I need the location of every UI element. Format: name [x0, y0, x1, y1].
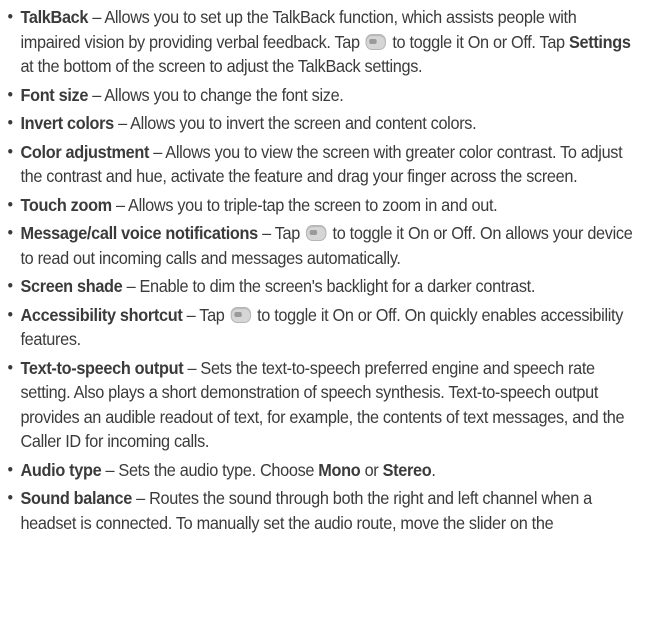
list-item-talkback: • TalkBack – Allows you to set up the Ta…	[0, 5, 642, 79]
bullet: •	[7, 357, 13, 377]
description-text: – Allows you to invert the screen and co…	[113, 113, 477, 133]
term-audio-type: Audio type	[20, 459, 102, 480]
toggle-off-icon	[365, 33, 387, 50]
list-item-accessibility-shortcut: • Accessibility shortcut – Tap to toggle…	[0, 303, 642, 352]
list-item-audio-type: • Audio type – Sets the audio type. Choo…	[0, 458, 642, 483]
term-touch-zoom: Touch zoom	[20, 194, 112, 215]
term-text-to-speech-output: Text-to-speech output	[20, 357, 184, 378]
bullet: •	[7, 7, 13, 26]
description-text: at the bottom of the screen to adjust th…	[20, 56, 423, 76]
bullet: •	[7, 459, 13, 479]
accessibility-settings-list: • TalkBack – Allows you to set up the Ta…	[0, 5, 664, 535]
description-text: – Tap	[257, 223, 305, 243]
bullet: •	[7, 488, 13, 507]
bullet: •	[7, 194, 13, 214]
term-accessibility-shortcut: Accessibility shortcut	[20, 304, 183, 325]
description-text: to toggle it On or Off. Tap	[388, 31, 569, 52]
term-color-adjustment: Color adjustment	[20, 141, 150, 162]
term-message-call-voice-notifications: Message/call voice notifications	[20, 223, 258, 243]
term-screen-shade: Screen shade	[20, 276, 123, 296]
description-text: – Tap	[182, 304, 229, 325]
description-text: – Allows you to triple-tap the screen to…	[111, 194, 498, 215]
mono-term: Mono	[318, 459, 361, 480]
list-item-message-call-voice-notifications: • Message/call voice notifications – Tap…	[0, 221, 642, 270]
list-item-invert-colors: • Invert colors – Allows you to invert t…	[0, 111, 642, 136]
toggle-off-icon	[306, 225, 327, 241]
list-item-screen-shade: • Screen shade – Enable to dim the scree…	[0, 274, 642, 299]
manual-page: • TalkBack – Allows you to set up the Ta…	[0, 0, 664, 626]
description-text: – Allows you to change the font size.	[88, 84, 344, 105]
term-sound-balance: Sound balance	[20, 488, 132, 508]
toggle-off-icon	[230, 306, 252, 323]
term-invert-colors: Invert colors	[20, 113, 114, 133]
bullet: •	[7, 223, 13, 242]
description-text: – Sets the audio type. Choose	[101, 459, 319, 480]
list-item-text-to-speech-output: • Text-to-speech output – Sets the text-…	[0, 356, 642, 454]
list-item-font-size: • Font size – Allows you to change the f…	[0, 83, 642, 108]
list-item-touch-zoom: • Touch zoom – Allows you to triple-tap …	[0, 193, 642, 218]
description-text: – Enable to dim the screen's backlight f…	[122, 276, 536, 296]
stereo-term: Stereo	[382, 459, 432, 480]
description-text: .	[431, 459, 436, 480]
bullet: •	[7, 113, 13, 132]
description-text: or	[360, 459, 383, 480]
list-item-sound-balance: • Sound balance – Routes the sound throu…	[0, 486, 642, 535]
bullet: •	[7, 304, 13, 324]
term-font-size: Font size	[20, 84, 89, 105]
settings-term: Settings	[568, 31, 631, 52]
bullet: •	[7, 276, 13, 295]
list-item-color-adjustment: • Color adjustment – Allows you to view …	[0, 140, 642, 189]
bullet: •	[7, 84, 13, 104]
term-talkback: TalkBack	[20, 7, 89, 27]
bullet: •	[7, 141, 13, 161]
